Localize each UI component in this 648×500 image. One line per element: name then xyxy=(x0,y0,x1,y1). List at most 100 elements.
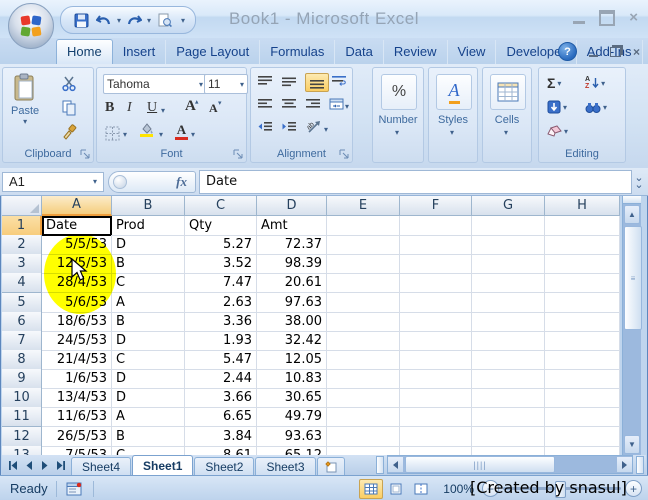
cell-F9[interactable] xyxy=(400,369,472,389)
office-button[interactable] xyxy=(8,3,54,49)
row-header-5[interactable]: 5 xyxy=(2,293,42,313)
cell-H6[interactable] xyxy=(545,312,620,332)
alignment-dialog-launcher[interactable] xyxy=(339,149,350,160)
cell-C12[interactable]: 3.84 xyxy=(185,427,257,447)
cell-B6[interactable]: B xyxy=(112,312,185,332)
cell-D9[interactable]: 10.83 xyxy=(257,369,327,389)
font-color-dropdown[interactable]: ▾ xyxy=(191,130,195,139)
vertical-split-handle[interactable] xyxy=(623,196,641,204)
autosum-button[interactable]: Σ▾ xyxy=(547,74,561,92)
sort-filter-button[interactable]: AZ ▾ xyxy=(585,74,605,92)
cell-H13[interactable] xyxy=(545,446,620,455)
formula-input[interactable]: Date xyxy=(199,170,632,194)
tab-split-handle[interactable] xyxy=(376,456,384,474)
styles-dropdown[interactable]: ▾ xyxy=(450,128,454,137)
cell-H8[interactable] xyxy=(545,350,620,370)
cell-D6[interactable]: 38.00 xyxy=(257,312,327,332)
merge-center-button[interactable] xyxy=(329,98,344,110)
shrink-font-button[interactable]: A xyxy=(209,101,218,116)
cell-D7[interactable]: 32.42 xyxy=(257,331,327,351)
normal-view-button[interactable] xyxy=(359,479,383,499)
cell-B5[interactable]: A xyxy=(112,293,185,313)
close-icon[interactable]: × xyxy=(629,13,638,23)
align-bottom-button[interactable] xyxy=(305,73,329,92)
page-break-view-button[interactable] xyxy=(409,479,433,499)
cell-C4[interactable]: 7.47 xyxy=(185,273,257,293)
cell-B3[interactable]: B xyxy=(112,254,185,274)
cell-C3[interactable]: 3.52 xyxy=(185,254,257,274)
cell-H3[interactable] xyxy=(545,254,620,274)
cell-E2[interactable] xyxy=(327,235,400,255)
cell-C10[interactable]: 3.66 xyxy=(185,388,257,408)
increase-indent-button[interactable] xyxy=(281,121,297,133)
row-header-6[interactable]: 6 xyxy=(2,312,42,332)
cell-B8[interactable]: C xyxy=(112,350,185,370)
cell-E10[interactable] xyxy=(327,388,400,408)
font-name-select[interactable]: Tahoma▾ xyxy=(103,74,207,94)
cell-G8[interactable] xyxy=(472,350,545,370)
help-icon[interactable]: ? xyxy=(558,42,577,61)
borders-button[interactable] xyxy=(105,126,120,141)
workbook-restore-icon[interactable] xyxy=(610,47,621,57)
cell-H12[interactable] xyxy=(545,427,620,447)
cell-E4[interactable] xyxy=(327,273,400,293)
cell-B7[interactable]: D xyxy=(112,331,185,351)
borders-dropdown[interactable]: ▾ xyxy=(123,130,127,139)
cell-C5[interactable]: 2.63 xyxy=(185,293,257,313)
cell-D10[interactable]: 30.65 xyxy=(257,388,327,408)
cell-E13[interactable] xyxy=(327,446,400,455)
tab-view[interactable]: View xyxy=(448,40,497,64)
cell-C2[interactable]: 5.27 xyxy=(185,235,257,255)
insert-worksheet-button[interactable] xyxy=(317,457,345,475)
cell-H5[interactable] xyxy=(545,293,620,313)
cell-C11[interactable]: 6.65 xyxy=(185,407,257,427)
number-format-button[interactable]: % xyxy=(381,74,417,110)
next-sheet-button[interactable] xyxy=(37,457,52,473)
bold-button[interactable]: B xyxy=(105,100,114,116)
name-box-dropdown[interactable]: ▾ xyxy=(93,177,97,186)
orientation-dropdown[interactable]: ▾ xyxy=(324,125,328,134)
cell-A10[interactable]: 13/4/53 xyxy=(42,388,112,408)
column-header-C[interactable]: C xyxy=(185,196,257,216)
cell-F6[interactable] xyxy=(400,312,472,332)
cell-F13[interactable] xyxy=(400,446,472,455)
cell-B12[interactable]: B xyxy=(112,427,185,447)
cell-A8[interactable]: 21/4/53 xyxy=(42,350,112,370)
cell-G10[interactable] xyxy=(472,388,545,408)
minimize-icon[interactable] xyxy=(573,21,585,24)
cell-G6[interactable] xyxy=(472,312,545,332)
cell-G3[interactable] xyxy=(472,254,545,274)
sheet-tab-sheet2[interactable]: Sheet2 xyxy=(194,457,254,475)
cell-B13[interactable]: C xyxy=(112,446,185,455)
horizontal-scroll-thumb[interactable]: |||| xyxy=(405,456,555,473)
cell-F10[interactable] xyxy=(400,388,472,408)
cell-C7[interactable]: 1.93 xyxy=(185,331,257,351)
cell-F3[interactable] xyxy=(400,254,472,274)
align-left-button[interactable] xyxy=(257,98,273,110)
cell-D2[interactable]: 72.37 xyxy=(257,235,327,255)
tab-home[interactable]: Home xyxy=(56,39,113,64)
cell-F8[interactable] xyxy=(400,350,472,370)
cell-H1[interactable] xyxy=(545,216,620,236)
page-layout-view-button[interactable] xyxy=(384,479,408,499)
cell-F7[interactable] xyxy=(400,331,472,351)
cell-H7[interactable] xyxy=(545,331,620,351)
font-dialog-launcher[interactable] xyxy=(233,149,244,160)
cell-E11[interactable] xyxy=(327,407,400,427)
font-size-select[interactable]: 11▾ xyxy=(204,74,248,94)
cell-E5[interactable] xyxy=(327,293,400,313)
row-header-9[interactable]: 9 xyxy=(2,369,42,389)
last-sheet-button[interactable] xyxy=(53,457,68,473)
cell-H10[interactable] xyxy=(545,388,620,408)
cell-B11[interactable]: A xyxy=(112,407,185,427)
cell-E12[interactable] xyxy=(327,427,400,447)
cell-G7[interactable] xyxy=(472,331,545,351)
cell-A13[interactable]: 7/5/53 xyxy=(42,446,112,455)
cell-B4[interactable]: C xyxy=(112,273,185,293)
scroll-down-button[interactable]: ▼ xyxy=(624,435,640,454)
column-header-D[interactable]: D xyxy=(257,196,327,216)
align-top-button[interactable] xyxy=(257,75,273,87)
column-header-H[interactable]: H xyxy=(545,196,620,216)
wrap-text-button[interactable] xyxy=(331,75,347,87)
cell-D12[interactable]: 93.63 xyxy=(257,427,327,447)
